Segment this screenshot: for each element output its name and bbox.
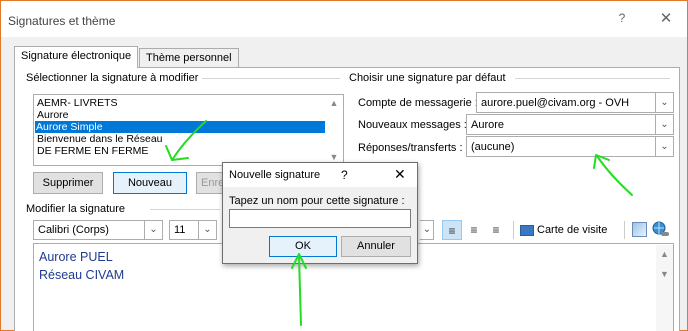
list-item[interactable]: Bienvenue dans le Réseau [36, 133, 326, 145]
editor-scrollbar[interactable]: ▲ ▼ [656, 245, 673, 331]
list-scrollbar[interactable]: ▲ ▼ [325, 95, 343, 165]
chevron-down-icon[interactable]: ⌄ [421, 221, 433, 239]
replies-value: (aucune) [471, 141, 515, 153]
insert-picture-icon[interactable] [632, 222, 647, 237]
help-button[interactable]: ? [612, 11, 632, 29]
replies-select[interactable]: (aucune) ⌄ [466, 136, 674, 157]
group-divider [150, 209, 220, 210]
color-select[interactable]: ⌄ [420, 220, 434, 240]
scroll-up-icon[interactable]: ▲ [656, 249, 673, 259]
delete-button[interactable]: Supprimer [33, 172, 103, 194]
scroll-down-icon[interactable]: ▼ [656, 269, 673, 279]
scroll-down-icon[interactable]: ▼ [325, 152, 343, 162]
list-item-selected[interactable]: Aurore Simple [35, 121, 327, 133]
chevron-down-icon[interactable]: ⌄ [655, 93, 673, 112]
delete-button-label: Supprimer [42, 177, 94, 189]
chevron-down-icon[interactable]: ⌄ [144, 221, 162, 239]
new-button[interactable]: Nouveau [113, 172, 187, 194]
font-size-select[interactable]: 11 ⌄ [169, 220, 217, 240]
tab-theme[interactable]: Thème personnel [139, 48, 239, 67]
new-messages-select[interactable]: Aurore ⌄ [466, 114, 674, 135]
account-select[interactable]: aurore.puel@civam.org - OVH ⌄ [476, 92, 674, 113]
new-messages-value: Aurore [471, 119, 505, 131]
dialog-close-button[interactable]: ✕ [394, 166, 406, 183]
tab-signature[interactable]: Signature électronique [14, 46, 139, 68]
new-button-label: Nouveau [127, 177, 173, 189]
window-title: Signatures et thème [8, 14, 116, 28]
cancel-button[interactable]: Annuler [341, 236, 411, 257]
chevron-down-icon[interactable]: ⌄ [198, 221, 216, 239]
font-value: Calibri (Corps) [38, 224, 109, 236]
group-divider [200, 78, 340, 79]
close-button[interactable]: ✕ [655, 9, 677, 29]
list-item[interactable]: Aurore [36, 109, 326, 121]
group-divider [515, 78, 670, 79]
scroll-up-icon[interactable]: ▲ [325, 98, 343, 108]
toolbar-divider [513, 221, 514, 239]
insert-hyperlink-icon[interactable] [652, 220, 670, 238]
dialog-title: Nouvelle signature [229, 169, 321, 181]
account-label: Compte de messagerie : [358, 97, 478, 109]
new-signature-dialog: Nouvelle signature ? ✕ Tapez un nom pour… [222, 162, 418, 264]
business-card-label: Carte de visite [537, 224, 608, 236]
align-right-icon[interactable]: ≡ [486, 220, 506, 240]
signature-name-input[interactable] [229, 209, 411, 228]
save-button-label: Enre [201, 177, 224, 189]
select-group-label: Sélectionner la signature à modifier [26, 72, 203, 84]
align-left-icon[interactable]: ≡ [442, 220, 462, 240]
replies-label: Réponses/transferts : [358, 142, 463, 154]
business-card-icon [520, 224, 534, 236]
edit-group-label: Modifier la signature [26, 203, 130, 215]
ok-button[interactable]: OK [269, 236, 337, 257]
signature-line: Aurore PUEL [39, 250, 113, 264]
chevron-down-icon[interactable]: ⌄ [655, 115, 673, 134]
align-center-icon[interactable]: ≡ [464, 220, 484, 240]
ok-button-label: OK [295, 240, 311, 252]
toolbar-divider [624, 221, 625, 239]
list-item[interactable]: DE FERME EN FERME [36, 145, 326, 157]
font-select[interactable]: Calibri (Corps) ⌄ [33, 220, 163, 240]
business-card-button[interactable]: Carte de visite [520, 220, 620, 240]
font-size-value: 11 [174, 224, 186, 236]
new-messages-label: Nouveaux messages : [358, 119, 467, 131]
save-button[interactable]: Enre [196, 172, 224, 194]
list-item[interactable]: AEMR- LIVRETS [36, 97, 326, 109]
tab-theme-label: Thème personnel [146, 52, 232, 64]
signature-list[interactable]: AEMR- LIVRETS Aurore Aurore Simple Bienv… [33, 94, 344, 166]
signature-line: Réseau CIVAM [39, 268, 125, 282]
cancel-button-label: Annuler [357, 240, 395, 252]
account-value: aurore.puel@civam.org - OVH [481, 97, 630, 109]
dialog-prompt: Tapez un nom pour cette signature : [229, 195, 405, 207]
chevron-down-icon[interactable]: ⌄ [655, 137, 673, 156]
tab-signature-label: Signature électronique [21, 50, 132, 62]
default-group-label: Choisir une signature par défaut [349, 72, 510, 84]
dialog-help-button[interactable]: ? [341, 168, 348, 182]
